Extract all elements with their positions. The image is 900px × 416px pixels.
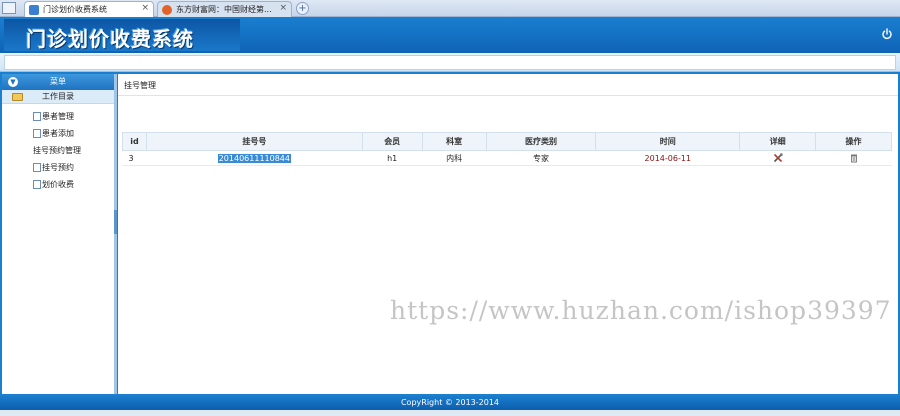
power-icon[interactable] [881, 28, 893, 40]
tab-close-icon[interactable]: × [141, 3, 149, 13]
table-header-row: id 挂号号 会员 科室 医疗类别 时间 详细 操作 [122, 132, 892, 151]
sidebar-item-label: 挂号预约管理 [33, 146, 81, 155]
cell-action [815, 150, 892, 166]
cell-number[interactable]: 20140611110844 [146, 150, 363, 166]
sidebar-item-pricing-billing[interactable]: 划价收费 [2, 176, 114, 193]
table-row[interactable]: 3 20140611110844 h1 内科 专家 2014-06-11 [122, 150, 892, 166]
main-frame: ▼ 菜单 工作目录 患者管理 患者添加 挂号预约管理 挂号预约 划价收费 挂号管… [0, 72, 900, 396]
page-favicon-icon [29, 5, 39, 15]
document-icon [33, 163, 41, 172]
tab-close-icon[interactable]: × [279, 3, 287, 13]
toolbar-strip [0, 53, 900, 72]
column-header-detail[interactable]: 详细 [739, 132, 817, 151]
column-header-time[interactable]: 时间 [595, 132, 741, 151]
cell-detail [739, 150, 816, 166]
breadcrumb: 挂号管理 [118, 74, 898, 96]
cell-medical-type: 专家 [486, 150, 596, 166]
cell-time: 2014-06-11 [595, 150, 740, 166]
trash-icon[interactable] [849, 153, 859, 163]
browser-menu-icon[interactable] [2, 2, 16, 14]
selected-text[interactable]: 20140611110844 [217, 153, 291, 163]
chevron-down-icon[interactable]: ▼ [8, 77, 18, 87]
sidebar-folder[interactable]: 工作目录 [2, 90, 114, 104]
column-header-medical-type[interactable]: 医疗类别 [485, 132, 597, 151]
app-header: 门诊划价收费系统 [0, 17, 900, 53]
tab-label: 东方财富网：中国财经第... [176, 5, 272, 14]
content-panel: 挂号管理 id 挂号号 会员 科室 医疗类别 时间 详细 操作 3 201406… [118, 74, 898, 394]
sidebar-item-label: 挂号预约 [42, 163, 74, 172]
sidebar-item-label: 患者添加 [42, 129, 74, 138]
app-title: 门诊划价收费系统 [26, 27, 194, 51]
column-header-number[interactable]: 挂号号 [145, 132, 363, 151]
sidebar-menu: 患者管理 患者添加 挂号预约管理 挂号预约 划价收费 [2, 104, 114, 193]
sidebar-item-label: 患者管理 [42, 112, 74, 121]
column-header-member[interactable]: 会员 [361, 132, 423, 151]
bottom-strip [0, 410, 900, 416]
browser-tab-bar: 门诊划价收费系统 × 东方财富网：中国财经第... × + [0, 0, 900, 17]
cell-id: 3 [122, 150, 147, 166]
sidebar-splitter[interactable] [114, 74, 117, 394]
tab-label: 门诊划价收费系统 [43, 5, 107, 14]
column-header-id[interactable]: id [122, 132, 147, 151]
watermark-text: https://www.huzhan.com/ishop39397 [390, 296, 892, 325]
folder-icon [12, 93, 23, 101]
splitter-grip[interactable] [114, 210, 117, 234]
cell-member: h1 [362, 150, 423, 166]
sidebar: ▼ 菜单 工作目录 患者管理 患者添加 挂号预约管理 挂号预约 划价收费 [2, 74, 114, 394]
sidebar-header[interactable]: ▼ 菜单 [2, 74, 114, 90]
browser-tab-active[interactable]: 门诊划价收费系统 × [24, 1, 154, 17]
cell-department: 内科 [422, 150, 487, 166]
sidebar-item-appointment-management[interactable]: 挂号预约管理 [2, 142, 114, 159]
document-icon [33, 112, 41, 121]
footer: CopyRight © 2013-2014 [0, 396, 900, 410]
sidebar-item-label: 划价收费 [42, 180, 74, 189]
browser-tab[interactable]: 东方财富网：中国财经第... × [157, 1, 292, 17]
tools-icon[interactable] [773, 153, 783, 163]
sidebar-item-appointment[interactable]: 挂号预约 [2, 159, 114, 176]
site-favicon-icon [162, 5, 172, 15]
sidebar-header-label: 菜单 [50, 77, 66, 86]
sidebar-item-patient-management[interactable]: 患者管理 [2, 108, 114, 125]
registration-table: id 挂号号 会员 科室 医疗类别 时间 详细 操作 3 20140611110… [122, 132, 892, 166]
sidebar-item-patient-add[interactable]: 患者添加 [2, 125, 114, 142]
document-icon [33, 180, 41, 189]
column-header-action[interactable]: 操作 [815, 132, 892, 151]
column-header-department[interactable]: 科室 [421, 132, 487, 151]
new-tab-button[interactable]: + [296, 2, 309, 15]
toolbar-area [4, 55, 896, 70]
sidebar-folder-label: 工作目录 [42, 92, 74, 101]
document-icon [33, 129, 41, 138]
